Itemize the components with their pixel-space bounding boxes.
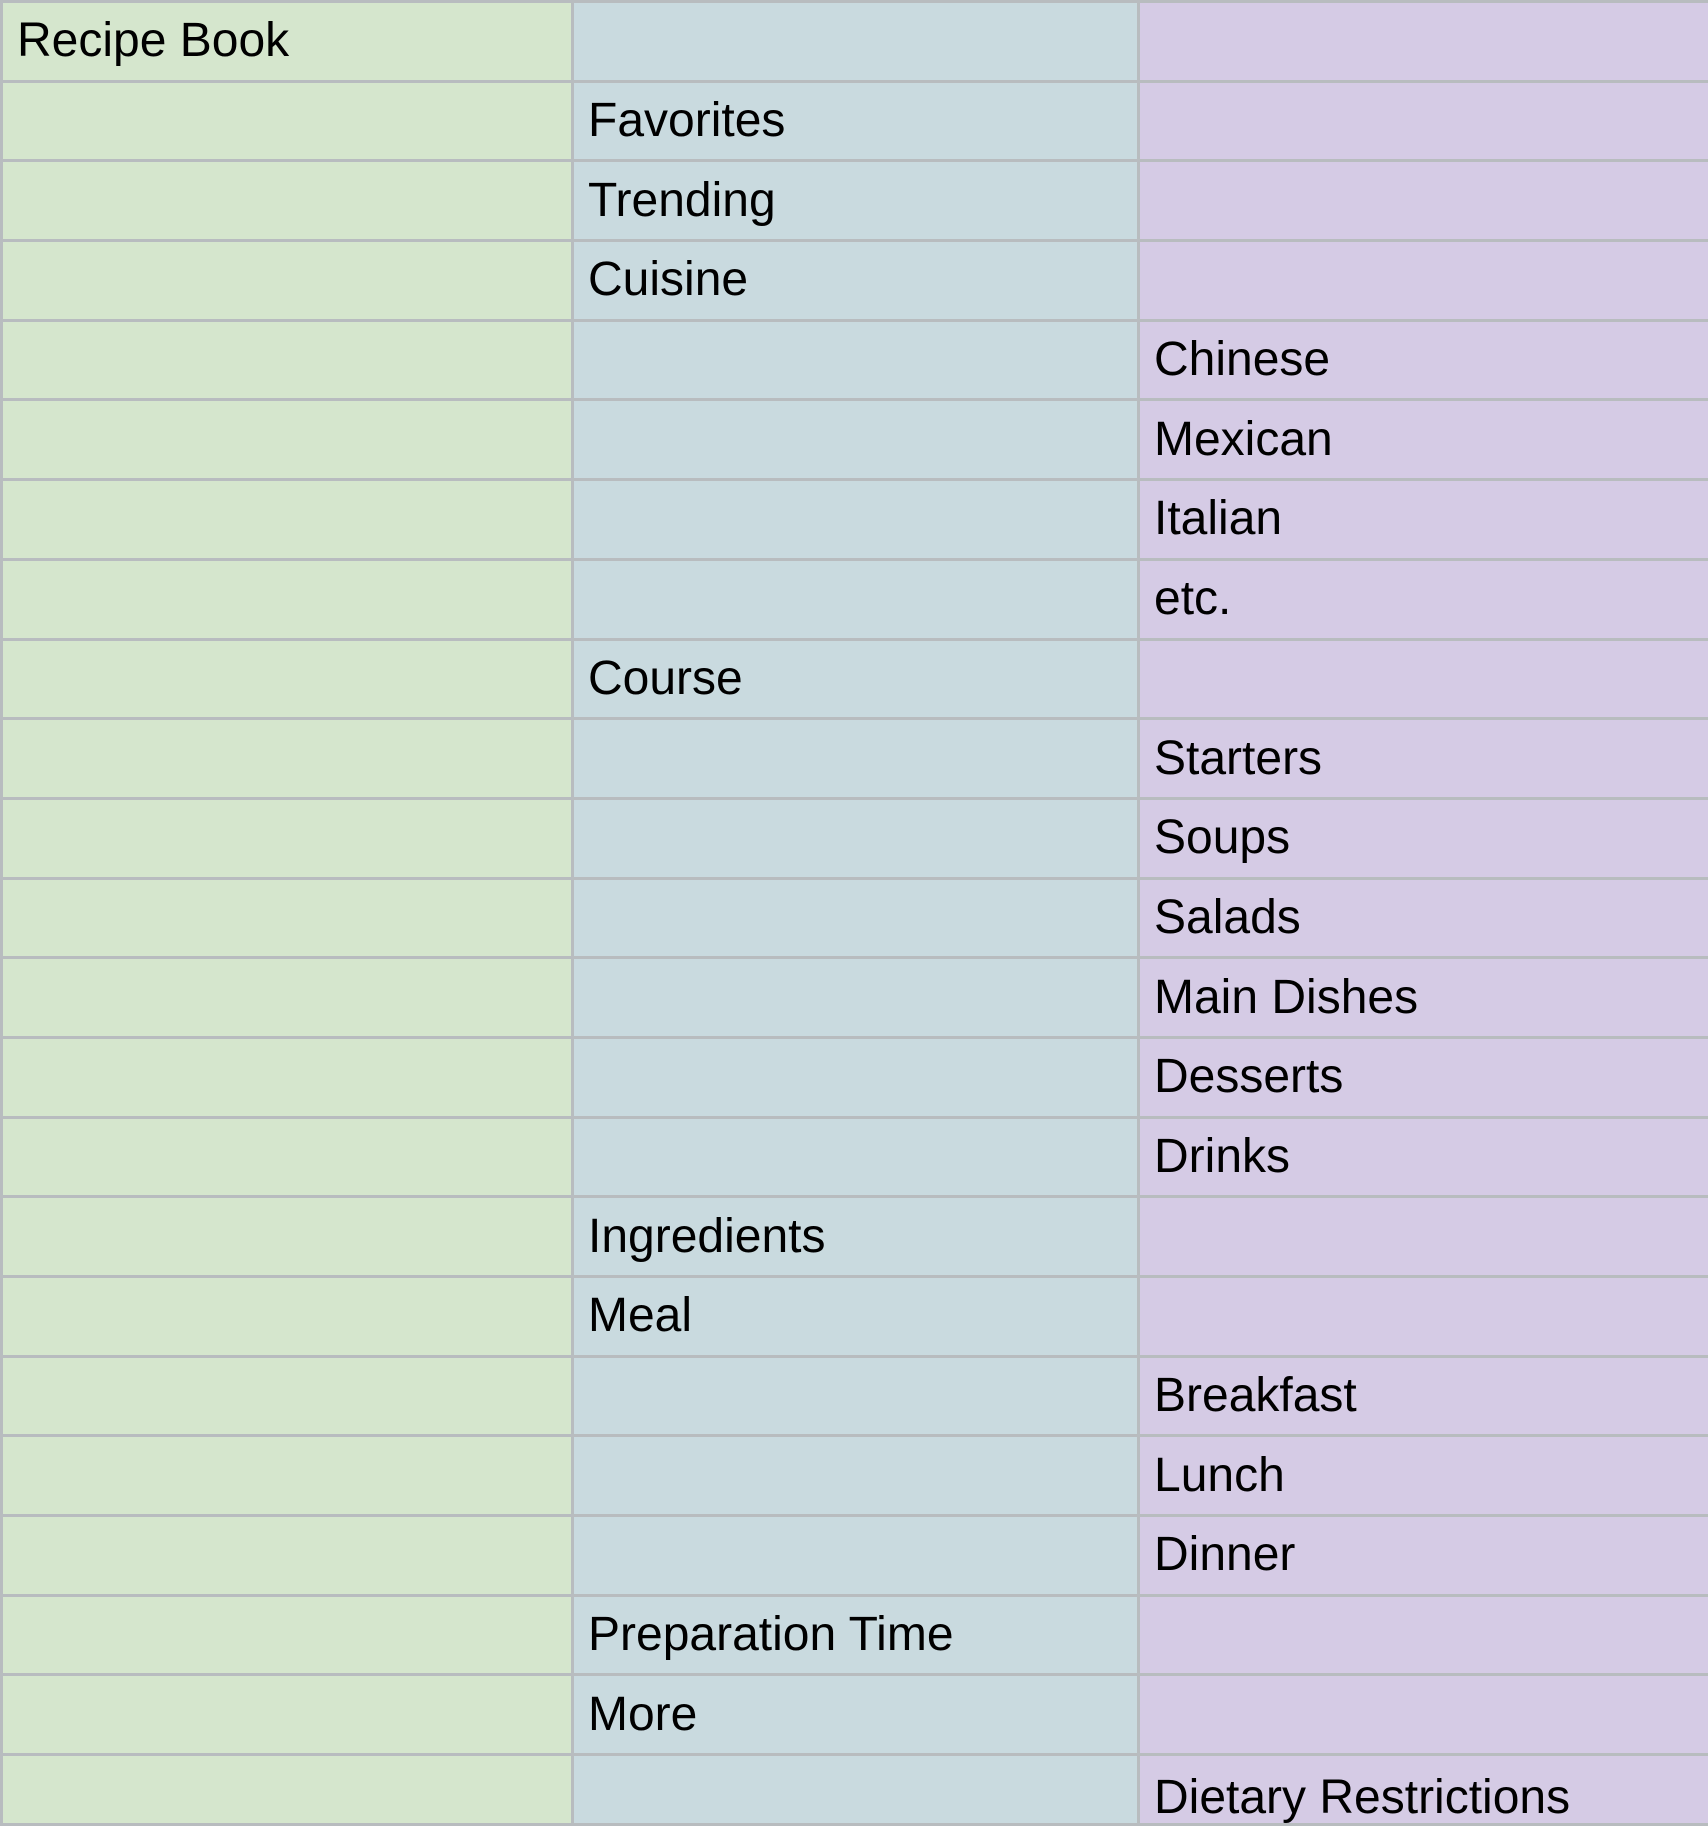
cell-c17[interactable] (1137, 1275, 1708, 1358)
cell-b22[interactable]: More (571, 1673, 1140, 1757)
table-row: Ingredients (0, 1195, 1708, 1278)
table-row: Mexican (0, 398, 1708, 482)
cell-c22[interactable] (1137, 1673, 1708, 1757)
cell-c21[interactable] (1137, 1593, 1708, 1677)
cell-b23[interactable] (571, 1753, 1140, 1826)
grid-body: Recipe Book Favorites Trending Cuisine Chine… (0, 0, 1708, 1826)
cell-c5[interactable]: Chinese (1137, 318, 1708, 402)
table-row: Trending (0, 159, 1708, 243)
cell-c3[interactable] (1137, 159, 1708, 243)
table-row: Soups (0, 796, 1708, 880)
cell-c13[interactable]: Main Dishes (1137, 956, 1708, 1039)
cell-a5[interactable] (0, 318, 574, 402)
table-row: Chinese (0, 318, 1708, 402)
cell-a21[interactable] (0, 1593, 574, 1677)
cell-b15[interactable] (571, 1115, 1140, 1199)
cell-a11[interactable] (0, 796, 574, 880)
table-row: Lunch (0, 1434, 1708, 1518)
cell-a18[interactable] (0, 1354, 574, 1438)
table-row: Salads (0, 876, 1708, 960)
cell-a22[interactable] (0, 1673, 574, 1757)
cell-b7[interactable] (571, 478, 1140, 561)
cell-a6[interactable] (0, 398, 574, 482)
table-row: Main Dishes (0, 956, 1708, 1039)
cell-b16[interactable]: Ingredients (571, 1195, 1140, 1278)
cell-b10[interactable] (571, 717, 1140, 800)
cell-b2[interactable]: Favorites (571, 79, 1140, 163)
cell-c9[interactable] (1137, 637, 1708, 721)
cell-b20[interactable] (571, 1514, 1140, 1597)
cell-c19[interactable]: Lunch (1137, 1434, 1708, 1518)
table-row: Course (0, 637, 1708, 721)
table-row: Starters (0, 717, 1708, 800)
spreadsheet-grid: Recipe Book Favorites Trending Cuisine Chine… (0, 0, 1708, 1826)
cell-c1[interactable] (1137, 0, 1708, 83)
cell-b13[interactable] (571, 956, 1140, 1039)
table-row: Breakfast (0, 1354, 1708, 1438)
cell-c12[interactable]: Salads (1137, 876, 1708, 960)
cell-c6[interactable]: Mexican (1137, 398, 1708, 482)
cell-a10[interactable] (0, 717, 574, 800)
cell-a3[interactable] (0, 159, 574, 243)
cell-b11[interactable] (571, 796, 1140, 880)
cell-b5[interactable] (571, 318, 1140, 402)
cell-a9[interactable] (0, 637, 574, 721)
cell-c10[interactable]: Starters (1137, 717, 1708, 800)
cell-b8[interactable] (571, 557, 1140, 641)
cell-a2[interactable] (0, 79, 574, 163)
cell-c11[interactable]: Soups (1137, 796, 1708, 880)
cell-c7[interactable]: Italian (1137, 478, 1708, 561)
cell-b21[interactable]: Preparation Time (571, 1593, 1140, 1677)
cell-b9[interactable]: Course (571, 637, 1140, 721)
table-row: Dinner (0, 1514, 1708, 1597)
cell-c2[interactable] (1137, 79, 1708, 163)
cell-a4[interactable] (0, 239, 574, 322)
table-row: Cuisine (0, 239, 1708, 322)
cell-b1[interactable] (571, 0, 1140, 83)
table-row: More (0, 1673, 1708, 1757)
table-row: Drinks (0, 1115, 1708, 1199)
cell-c16[interactable] (1137, 1195, 1708, 1278)
table-row: Preparation Time (0, 1593, 1708, 1677)
cell-a14[interactable] (0, 1035, 574, 1119)
cell-b17[interactable]: Meal (571, 1275, 1140, 1358)
cell-b14[interactable] (571, 1035, 1140, 1119)
cell-a7[interactable] (0, 478, 574, 561)
cell-a20[interactable] (0, 1514, 574, 1597)
cell-c20[interactable]: Dinner (1137, 1514, 1708, 1597)
cell-b12[interactable] (571, 876, 1140, 960)
cell-a13[interactable] (0, 956, 574, 1039)
cell-b6[interactable] (571, 398, 1140, 482)
cell-b3[interactable]: Trending (571, 159, 1140, 243)
cell-b4[interactable]: Cuisine (571, 239, 1140, 322)
cell-c14[interactable]: Desserts (1137, 1035, 1708, 1119)
table-row: Recipe Book (0, 0, 1708, 83)
cell-a15[interactable] (0, 1115, 574, 1199)
cell-c8[interactable]: etc. (1137, 557, 1708, 641)
table-row: Favorites (0, 79, 1708, 163)
table-row: Meal (0, 1275, 1708, 1358)
cell-a16[interactable] (0, 1195, 574, 1278)
cell-b19[interactable] (571, 1434, 1140, 1518)
cell-c15[interactable]: Drinks (1137, 1115, 1708, 1199)
cell-c23[interactable]: Dietary Restrictions (1137, 1753, 1708, 1826)
cell-a8[interactable] (0, 557, 574, 641)
cell-c4[interactable] (1137, 239, 1708, 322)
cell-a12[interactable] (0, 876, 574, 960)
cell-c18[interactable]: Breakfast (1137, 1354, 1708, 1438)
cell-a19[interactable] (0, 1434, 574, 1518)
cell-b18[interactable] (571, 1354, 1140, 1438)
table-row: etc. (0, 557, 1708, 641)
table-row: Italian (0, 478, 1708, 561)
table-row: Dietary Restrictions (0, 1753, 1708, 1826)
cell-a23[interactable] (0, 1753, 574, 1826)
cell-a17[interactable] (0, 1275, 574, 1358)
cell-a1[interactable]: Recipe Book (0, 0, 574, 83)
table-row: Desserts (0, 1035, 1708, 1119)
